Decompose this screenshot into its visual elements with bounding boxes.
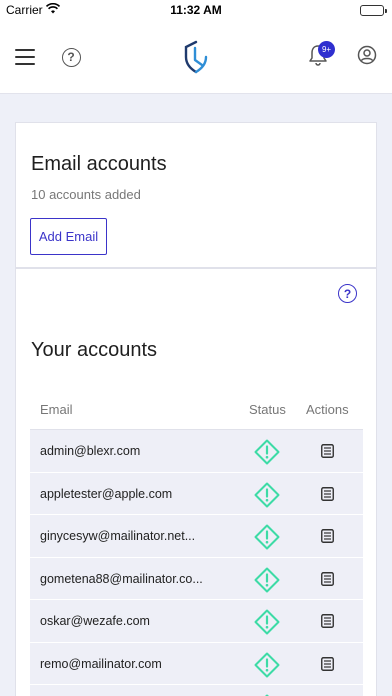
notification-badge: 9+ xyxy=(318,41,335,58)
profile-button[interactable] xyxy=(352,42,382,72)
column-header-actions: Actions xyxy=(306,402,349,417)
email-accounts-card: Email accounts 10 accounts added Add Ema… xyxy=(15,122,377,268)
warning-diamond-icon xyxy=(254,609,280,635)
warning-diamond-icon xyxy=(254,482,280,508)
table-header: Email Status Actions xyxy=(30,390,363,430)
account-email: oskar@wezafe.com xyxy=(40,614,150,628)
table-row[interactable]: gometena88@mailinator.co... xyxy=(30,557,363,600)
account-email: appletester@apple.com xyxy=(40,486,173,501)
add-email-button[interactable]: Add Email xyxy=(30,218,107,255)
list-icon[interactable] xyxy=(321,614,334,628)
email-accounts-title: Email accounts xyxy=(31,153,167,175)
status-bar: Carrier 11:32 AM xyxy=(0,0,392,20)
list-icon[interactable] xyxy=(321,529,334,543)
shield-logo-icon xyxy=(181,40,211,74)
battery-icon xyxy=(360,5,387,16)
list-icon[interactable] xyxy=(321,656,334,671)
table-row[interactable]: admin@blexr.com xyxy=(30,430,363,473)
table-row[interactable]: ginycesyw@mailinator.net... xyxy=(30,515,363,558)
hamburger-menu-icon[interactable] xyxy=(10,42,40,72)
accounts-table: Email Status Actions admin@blexr.com app… xyxy=(30,390,363,696)
warning-diamond-icon xyxy=(254,439,280,465)
column-header-email: Email xyxy=(40,402,73,417)
user-circle-icon xyxy=(357,45,377,70)
clock-time: 11:32 AM xyxy=(170,3,222,17)
account-email: admin@blexr.com xyxy=(40,444,141,458)
table-row[interactable]: oskar@wezafe.com xyxy=(30,600,363,643)
table-row[interactable]: remo@mailinator.com xyxy=(30,642,363,685)
table-row[interactable]: appletester@apple.com xyxy=(30,472,363,515)
warning-diamond-icon xyxy=(254,567,280,593)
list-icon[interactable] xyxy=(321,571,334,586)
account-email: remo@mailinator.com xyxy=(40,656,162,671)
question-circle-icon[interactable]: ? xyxy=(338,284,357,303)
account-email: ginycesyw@mailinator.net... xyxy=(40,529,196,543)
your-accounts-title: Your accounts xyxy=(31,339,158,361)
warning-diamond-icon xyxy=(254,652,280,678)
account-email: gometena88@mailinator.co... xyxy=(40,571,203,586)
warning-diamond-icon xyxy=(254,524,280,550)
accounts-count: 10 accounts added xyxy=(31,187,141,202)
list-icon[interactable] xyxy=(321,444,334,458)
table-row[interactable] xyxy=(30,685,363,696)
column-header-status: Status xyxy=(249,402,286,417)
your-accounts-card: ? Your accounts Email Status Actions adm… xyxy=(15,268,377,696)
list-icon[interactable] xyxy=(321,486,334,501)
help-button[interactable]: ? xyxy=(56,42,86,72)
question-circle-icon: ? xyxy=(61,47,81,67)
top-navigation-bar: ? 9+ xyxy=(0,20,392,94)
